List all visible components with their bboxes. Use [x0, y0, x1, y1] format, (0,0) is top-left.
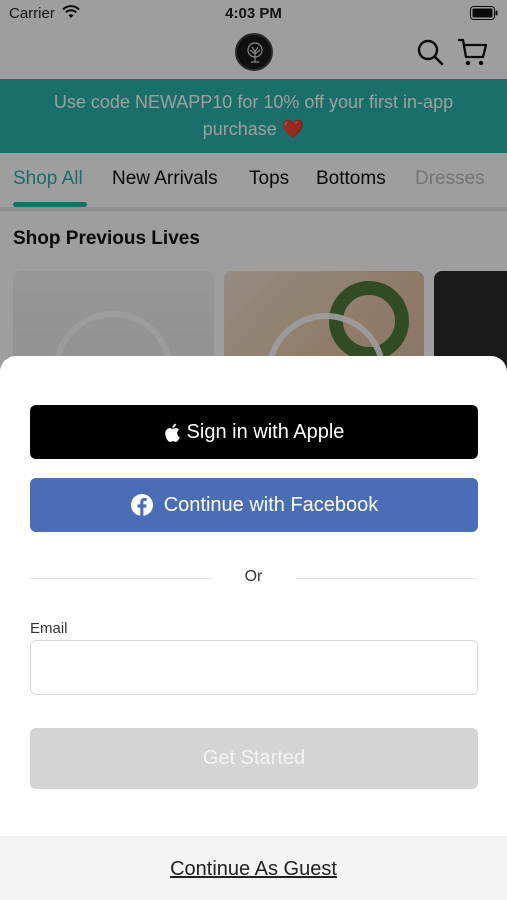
apple-icon	[164, 423, 180, 442]
get-started-label: Get Started	[202, 747, 306, 769]
apple-button-label: Sign in with Apple	[186, 420, 345, 443]
guest-bar: Continue As Guest	[0, 836, 507, 900]
continue-with-facebook-button[interactable]: Continue with Facebook	[30, 478, 478, 532]
email-field[interactable]	[30, 640, 478, 695]
email-label: Email	[30, 620, 68, 637]
divider-line	[296, 578, 478, 579]
facebook-button-label: Continue with Facebook	[163, 493, 379, 516]
or-divider-text: Or	[244, 568, 263, 585]
sign-in-sheet: Sign in with Apple Continue with Faceboo…	[0, 356, 507, 900]
get-started-button[interactable]: Get Started	[30, 728, 478, 789]
sign-in-with-apple-button[interactable]: Sign in with Apple	[30, 405, 478, 459]
facebook-icon	[130, 494, 153, 516]
continue-as-guest-link[interactable]: Continue As Guest	[0, 858, 507, 881]
